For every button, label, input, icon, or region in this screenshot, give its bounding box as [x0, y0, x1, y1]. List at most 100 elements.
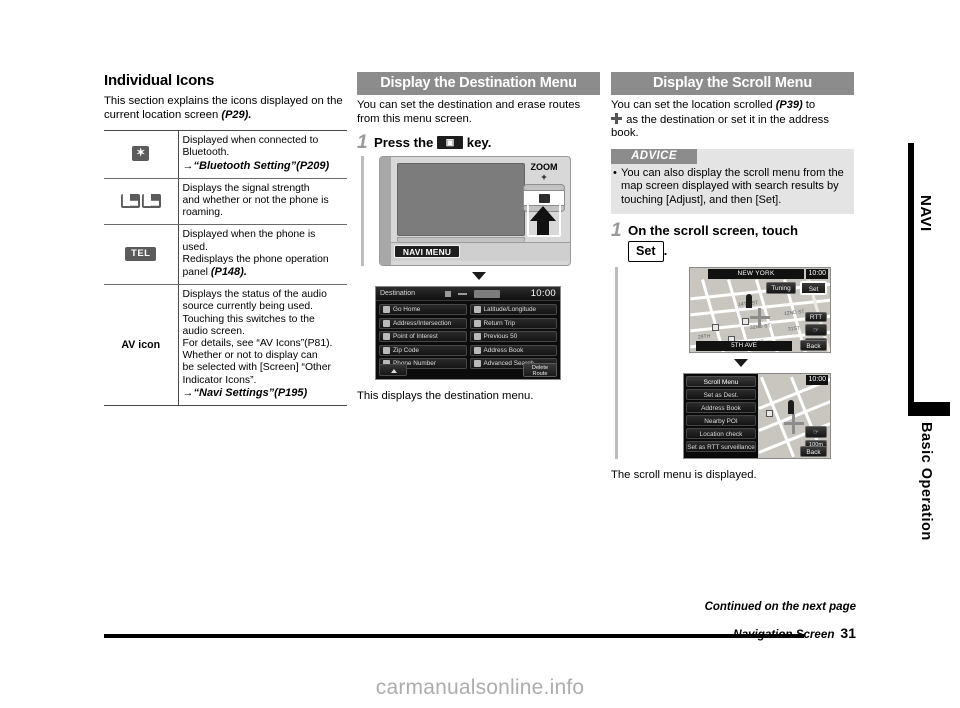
address-book-button[interactable]: Address Book [469, 344, 557, 356]
set-as-rtt-surveillance-button[interactable]: Set as RTT surveillance [686, 441, 756, 452]
left-intro-ref: (P29). [221, 108, 252, 121]
advice-box: ADVICE • You can also display the scroll … [611, 148, 854, 214]
go-home-button[interactable]: Go Home [379, 304, 467, 316]
button-label: Zip Code [393, 346, 419, 354]
nearby-poi-button[interactable]: Nearby POI [686, 415, 756, 426]
map-cursor-icon [784, 414, 804, 434]
desc-line: used. [182, 241, 208, 253]
icon-cell-bluetooth: ✶ [104, 130, 179, 179]
desc-line: Bluetooth. [182, 147, 230, 159]
sidebar-tab-basic-operation[interactable]: Basic Operation [918, 422, 934, 541]
button-label: Latitude/Longitude [483, 306, 537, 314]
destination-key-highlight[interactable] [523, 190, 565, 207]
press-arrow-icon [530, 206, 556, 222]
return-trip-button[interactable]: Return Trip [469, 317, 557, 329]
point-of-interest-button[interactable]: Point of Interest [379, 331, 467, 343]
icon-cell-tel: TEL [104, 224, 179, 286]
zoom-text: ZOOM [530, 162, 558, 173]
footer-section-label: Navigation Screen 31 [733, 625, 856, 641]
button-label: Return Trip [483, 319, 516, 327]
desc-line: Displayed when connected to [182, 135, 319, 147]
icon-cell-signal: █▃ █▃ [104, 178, 179, 226]
navi-menu-button[interactable]: NAVI MENU [394, 245, 460, 259]
desc-line: Touching this switches to the [182, 313, 315, 325]
address-book-button[interactable]: Address Book [686, 402, 756, 413]
roaming-signal-icon: █▃ [141, 194, 161, 209]
desc-line: Displayed when the phone is [182, 229, 316, 241]
footer-divider [104, 634, 804, 638]
navigation-head-unit-illustration: NAVI MENU ZOOM + [379, 156, 571, 267]
previous-50-button[interactable]: Previous 50 [469, 331, 557, 343]
right-column: Display the Scroll Menu You can set the … [611, 72, 854, 491]
zoom-plus-text: + [541, 172, 547, 183]
vehicle-marker-icon [788, 400, 794, 414]
delete-route-button[interactable]: Delete Route [523, 362, 557, 377]
step-text: On the scroll screen, touch [628, 223, 799, 238]
back-button[interactable]: Back [800, 446, 827, 457]
tuning-button[interactable]: Tuning [766, 282, 796, 294]
cross-reference: →“Navi Settings”(P195) [182, 386, 308, 399]
map-poi-icon [742, 318, 749, 325]
step-number: 1 [357, 132, 368, 154]
map-street-banner: 5TH AVE [696, 341, 792, 351]
scroll-menu-screenshot: 10:00 ☞ 100m Back Scroll Menu Set as Des… [683, 373, 831, 459]
map-cursor-button[interactable]: ☞ [805, 324, 827, 336]
clock-display: 10:00 [806, 375, 828, 385]
button-label: Address Book [483, 346, 524, 354]
continued-note: Continued on the next page [704, 601, 856, 613]
scroll-up-button[interactable] [379, 363, 407, 376]
set-as-dest-button[interactable]: Set as Dest. [686, 389, 756, 400]
back-button[interactable]: Back [800, 340, 827, 351]
tel-icon: TEL [125, 247, 157, 262]
watermark: carmanualsonline.info [375, 676, 585, 699]
map-cursor-button[interactable]: ☞ [805, 426, 827, 438]
step-text-after: key. [466, 135, 492, 151]
zip-code-button[interactable]: Zip Code [379, 344, 467, 356]
sidebar-tab-navi[interactable]: NAVI [917, 195, 934, 232]
book-icon [473, 346, 481, 354]
street-label: 29TH [697, 333, 711, 341]
device-display [397, 163, 525, 237]
cursor-cross-icon [611, 112, 622, 124]
scroll-intro-part1: You can set the location scrolled [611, 99, 776, 111]
manual-page: Individual Icons This section explains t… [0, 0, 960, 708]
step-text-before: Press the [374, 135, 434, 151]
rail-vertical-line [908, 143, 914, 408]
map-cursor-icon [750, 308, 770, 328]
destination-status-bar: Destination 10:00 [376, 287, 560, 302]
scroll-intro-text: You can set the location scrolled (P39) … [611, 99, 854, 141]
map-poi-icon [766, 410, 773, 417]
scroll-intro-ref: (P39) [775, 99, 803, 111]
checkered-flag-icon [538, 193, 550, 203]
middle-column: Display the Destination Menu You can set… [357, 72, 600, 412]
latitude-longitude-button[interactable]: Latitude/Longitude [469, 304, 557, 316]
location-check-button[interactable]: Location check [686, 428, 756, 439]
button-label: Point of Interest [393, 333, 438, 341]
address-intersection-button[interactable]: Address/Intersection [379, 317, 467, 329]
destination-screen-title: Destination [380, 290, 416, 298]
desc-line: source currently being used. [182, 301, 314, 313]
scroll-intro-part2: to [802, 99, 816, 111]
desc-line: Indicator Icons”. [182, 374, 257, 386]
flow-arrow-down-icon [733, 359, 748, 367]
table-row: ✶ Displayed when connected to Bluetooth.… [104, 130, 347, 179]
desc-line: panel [182, 267, 211, 279]
destination-bottom-bar: Delete Route [376, 362, 560, 379]
footer-section-name: Navigation Screen [733, 628, 835, 641]
street-label: 31ST [787, 325, 801, 333]
return-icon [473, 319, 481, 327]
icon-desc-av: Displays the status of the audio source … [178, 284, 347, 407]
clock-display: 10:00 [530, 288, 556, 300]
set-button[interactable]: Set [800, 281, 827, 295]
scroll-intro-part3: as the destination or set it in the addr… [611, 113, 829, 140]
destination-menu-screenshot: Destination 10:00 Go Home Address/Inters… [375, 286, 561, 381]
step-instruction: Press the ▣ key. [374, 134, 491, 151]
rail-tab-marker [908, 402, 950, 416]
device-key-panel: ZOOM + [523, 160, 565, 243]
left-intro-text: This section explains the icons displaye… [104, 95, 347, 122]
desc-line: Redisplays the phone operation [182, 253, 329, 265]
icon-desc-tel: Displayed when the phone is used. Redisp… [178, 224, 347, 286]
rtt-button[interactable]: RTT [805, 312, 827, 322]
set-button-reference[interactable]: Set [628, 241, 664, 262]
scroll-menu-list: Scroll Menu Set as Dest. Address Book Ne… [684, 374, 758, 458]
